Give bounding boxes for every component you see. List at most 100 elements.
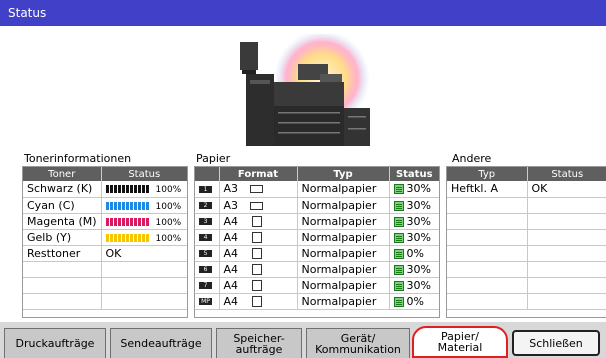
tray-cell: 7 [195, 277, 220, 294]
paper-level-icon [393, 280, 404, 291]
paper-row: 1 A3 Normalpapier 30% [195, 181, 439, 198]
format-cell: A4 [219, 213, 298, 230]
paper-row: 2 A3 Normalpapier 30% [195, 197, 439, 214]
paper-typ: Normalpapier [297, 197, 390, 214]
paper-format: A4 [223, 294, 239, 308]
paper-format: A3 [223, 198, 239, 212]
paper-orientation-icon [252, 264, 263, 275]
paper-level-icon [393, 248, 404, 259]
status-cell: 30% [389, 277, 439, 294]
window-title: Status [0, 0, 606, 26]
empty-row [23, 261, 187, 278]
toner-level-bar [105, 185, 150, 194]
toner-level-bar [105, 201, 150, 210]
empty-row [23, 293, 187, 310]
toner-name: Gelb (Y) [23, 229, 102, 246]
format-cell: A4 [219, 245, 298, 262]
format-cell: A4 [219, 277, 298, 294]
status-cell: 30% [389, 229, 439, 246]
empty-row [447, 261, 606, 278]
toner-row: Gelb (Y) 100% [23, 229, 187, 246]
other-panel: Typ Status Heftkl. A OK [446, 166, 606, 318]
paper-format: A4 [223, 246, 239, 260]
tab-label: Sendeaufträge [120, 337, 202, 350]
paper-row: 5 A4 Normalpapier 0% [195, 245, 439, 262]
status-col-header: Status [101, 167, 187, 181]
tray-icon: 3 [199, 218, 212, 225]
paper-orientation-icon [252, 248, 263, 259]
status-cell: 30% [389, 181, 439, 198]
tray-cell: 3 [195, 213, 220, 230]
tab-druckauftraege[interactable]: Druckaufträge [4, 328, 106, 358]
paper-heading: Papier [196, 152, 231, 165]
toner-level-label: 100% [155, 233, 182, 244]
paper-format: A4 [223, 230, 239, 244]
toner-level-bar [105, 233, 150, 242]
paper-level-label: 30% [406, 214, 431, 228]
paper-format: A3 [223, 182, 239, 196]
format-cell: A4 [219, 229, 298, 246]
paper-row: 7 A4 Normalpapier 30% [195, 277, 439, 294]
paper-level-label: 30% [406, 262, 431, 276]
tab-speicherauftraege[interactable]: Speicher- aufträge [216, 328, 302, 358]
empty-row [447, 277, 606, 294]
tray-icon: 4 [199, 234, 212, 241]
paper-row: MP A4 Normalpapier 0% [195, 293, 439, 310]
paper-level-icon [393, 184, 404, 195]
other-row: Heftkl. A OK [447, 181, 606, 198]
toner-row: Magenta (M) 100% [23, 213, 187, 230]
tab-label: Speicher- aufträge [233, 331, 285, 356]
other-typ: Heftkl. A [447, 181, 528, 198]
paper-typ: Normalpapier [297, 245, 390, 262]
paper-typ: Normalpapier [297, 213, 390, 230]
close-button[interactable]: Schließen [512, 330, 600, 356]
toner-level-label: 100% [155, 217, 182, 228]
paper-row: 6 A4 Normalpapier 30% [195, 261, 439, 278]
waste-toner-status: OK [101, 245, 187, 262]
paper-level-label: 30% [406, 278, 431, 292]
paper-level-label: 30% [406, 198, 431, 212]
tray-icon: 1 [199, 185, 212, 193]
printer-illustration [240, 34, 370, 146]
toner-level-label: 100% [155, 185, 182, 196]
tray-icon: 5 [199, 250, 212, 257]
paper-level-icon [393, 232, 404, 243]
tray-icon: 6 [199, 266, 212, 273]
empty-row [447, 197, 606, 214]
tab-papier-material[interactable]: Papier/ Material [412, 326, 508, 358]
toner-level-label: 100% [155, 201, 182, 212]
tray-cell: 4 [195, 229, 220, 246]
tray-icon: MP [199, 298, 212, 305]
status-cell: 30% [389, 213, 439, 230]
paper-format: A4 [223, 214, 239, 228]
tray-cell: 5 [195, 245, 220, 262]
tab-geraet-kommunikation[interactable]: Gerät/ Kommunikation [306, 328, 410, 358]
status-cell: 0% [389, 245, 439, 262]
tray-icon: 2 [199, 202, 212, 209]
paper-level-icon [393, 264, 404, 275]
paper-row: 4 A4 Normalpapier 30% [195, 229, 439, 246]
toner-row: Cyan (C) 100% [23, 197, 187, 214]
format-cell: A4 [219, 261, 298, 278]
paper-level-icon [393, 216, 404, 227]
tab-label: Gerät/ Kommunikation [315, 331, 401, 356]
paper-orientation-icon [252, 280, 263, 291]
other-heading: Andere [452, 152, 492, 165]
toner-name: Cyan (C) [23, 197, 102, 214]
tab-sendeauftraege[interactable]: Sendeaufträge [110, 328, 212, 358]
paper-panel: Format Typ Status 1 A3 Normalpapier 30% 2 A3 N… [194, 166, 440, 318]
paper-orientation-icon [252, 232, 263, 243]
tab-label: Druckaufträge [15, 337, 95, 350]
empty-row [447, 213, 606, 230]
paper-level-icon [393, 296, 404, 307]
paper-typ: Normalpapier [297, 181, 390, 198]
paper-orientation-icon [252, 296, 263, 307]
format-cell: A4 [219, 293, 298, 310]
toner-name: Magenta (M) [23, 213, 102, 230]
paper-level-label: 30% [406, 182, 431, 196]
paper-orientation-icon [252, 216, 263, 227]
paper-level-label: 30% [406, 230, 431, 244]
toner-heading: Tonerinformationen [24, 152, 132, 165]
tray-icon: 7 [199, 282, 212, 289]
typ-col-header: Typ [297, 167, 390, 181]
